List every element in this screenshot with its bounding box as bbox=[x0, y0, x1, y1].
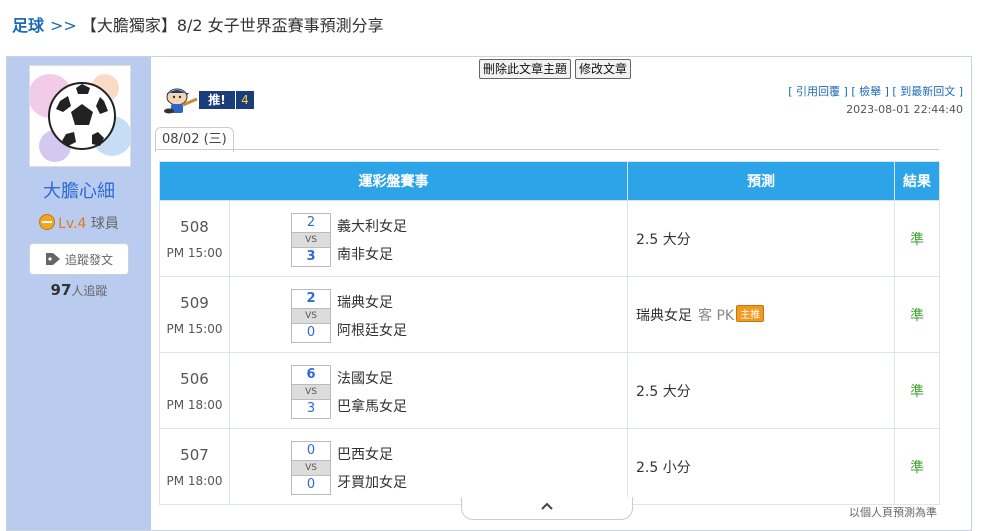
away-team: 巴拿馬女足 bbox=[337, 399, 407, 415]
post-timestamp: 2023-08-01 22:44:40 bbox=[846, 103, 963, 116]
post-content: 刪除此文章主題 修改文章 推! 4 [ 引用回覆 ] [ 檢舉 ] [ 到最新回… bbox=[151, 57, 971, 530]
match-id-cell: 509 PM 15:00 bbox=[159, 276, 230, 353]
match-cell: 2 VS 3 義大利女足 南非女足 bbox=[229, 200, 628, 277]
home-team: 法國女足 bbox=[337, 371, 393, 387]
breadcrumb-separator: >> bbox=[50, 16, 77, 35]
match-cell: 6 VS 3 法國女足 巴拿馬女足 bbox=[229, 352, 628, 429]
follow-label: 追蹤發文 bbox=[64, 252, 113, 267]
header-match: 運彩盤賽事 bbox=[159, 161, 628, 201]
table-row: 507 PM 18:00 0 VS 0 巴西女足 牙買加女足 2.5 小分 準 bbox=[159, 428, 940, 505]
follower-count: 97人追蹤 bbox=[7, 281, 151, 299]
prediction-text: 瑞典女足 bbox=[636, 307, 692, 324]
match-time: PM 15:00 bbox=[166, 321, 223, 336]
result-cell: 準 bbox=[894, 276, 940, 353]
push-count: 4 bbox=[235, 91, 254, 109]
match-id: 509 bbox=[180, 293, 209, 312]
table-row: 509 PM 15:00 2 VS 0 瑞典女足 阿根廷女足 瑞典女足客 PK 主推 準 bbox=[159, 276, 940, 353]
push-widget[interactable]: 推! 4 bbox=[159, 83, 254, 115]
breadcrumb: 足球 >> 【大膽獨家】8/2 女子世界盃賽事預測分享 bbox=[12, 12, 384, 36]
away-team: 南非女足 bbox=[337, 247, 393, 263]
home-team: 瑞典女足 bbox=[337, 295, 393, 311]
match-id-cell: 506 PM 18:00 bbox=[159, 352, 230, 429]
home-score: 0 bbox=[306, 443, 316, 458]
match-time: PM 15:00 bbox=[166, 245, 223, 260]
away-score: 3 bbox=[306, 249, 316, 264]
away-score: 3 bbox=[306, 401, 316, 416]
tag-icon bbox=[45, 253, 60, 265]
result-cell: 準 bbox=[894, 352, 940, 429]
report-link[interactable]: 檢舉 bbox=[859, 85, 881, 98]
prediction-text: 2.5 小分 bbox=[636, 459, 691, 476]
edit-post-button[interactable]: 修改文章 bbox=[575, 59, 632, 79]
main-pick-badge: 主推 bbox=[736, 304, 765, 322]
header-prediction: 預測 bbox=[627, 161, 895, 201]
table-header-row: 運彩盤賽事 預測 結果 bbox=[159, 161, 940, 201]
post-panel: 大膽心細 Lv.4 球員 追蹤發文 97人追蹤 刪除此文章主題 修改文章 推! … bbox=[6, 56, 972, 531]
result-cell: 準 bbox=[894, 428, 940, 505]
away-team: 阿根廷女足 bbox=[337, 323, 407, 339]
collapse-button[interactable] bbox=[461, 497, 633, 520]
score-box: 2 VS 3 bbox=[291, 213, 331, 267]
match-id: 508 bbox=[180, 217, 209, 236]
match-id: 507 bbox=[180, 445, 209, 464]
vs-label: VS bbox=[292, 460, 330, 476]
prediction-table: 運彩盤賽事 預測 結果 508 PM 15:00 2 VS 3 義大利女足 南非女足 … bbox=[159, 161, 940, 505]
prediction-handicap: 客 PK bbox=[698, 307, 735, 324]
tab-divider bbox=[155, 149, 939, 150]
post-links: [ 引用回覆 ] [ 檢舉 ] [ 到最新回文 ] bbox=[788, 85, 963, 98]
prediction-cell: 2.5 大分 bbox=[627, 200, 895, 277]
vs-label: VS bbox=[292, 308, 330, 324]
breadcrumb-category-link[interactable]: 足球 bbox=[12, 16, 44, 35]
prediction-text: 2.5 大分 bbox=[636, 383, 691, 400]
away-team: 牙買加女足 bbox=[337, 475, 407, 491]
result-cell: 準 bbox=[894, 200, 940, 277]
quote-reply-link[interactable]: 引用回覆 bbox=[796, 85, 840, 98]
vs-label: VS bbox=[292, 232, 330, 248]
away-score: 0 bbox=[306, 325, 316, 340]
score-box: 0 VS 0 bbox=[291, 441, 331, 495]
home-team: 義大利女足 bbox=[337, 219, 407, 235]
home-score: 6 bbox=[306, 367, 316, 382]
mascot-icon bbox=[164, 88, 198, 114]
author-name[interactable]: 大膽心細 bbox=[7, 177, 151, 203]
header-result: 結果 bbox=[894, 161, 940, 201]
level-rank: 球員 bbox=[90, 216, 119, 232]
author-level: Lv.4 球員 bbox=[7, 213, 151, 233]
table-row: 506 PM 18:00 6 VS 3 法國女足 巴拿馬女足 2.5 大分 準 bbox=[159, 352, 940, 429]
match-time: PM 18:00 bbox=[166, 397, 223, 412]
match-cell: 0 VS 0 巴西女足 牙買加女足 bbox=[229, 428, 628, 505]
vs-label: VS bbox=[292, 384, 330, 400]
chevron-up-icon bbox=[541, 502, 553, 510]
follower-suffix: 人追蹤 bbox=[71, 284, 108, 298]
table-row: 508 PM 15:00 2 VS 3 義大利女足 南非女足 2.5 大分 準 bbox=[159, 200, 940, 277]
match-id: 506 bbox=[180, 369, 209, 388]
match-id-cell: 507 PM 18:00 bbox=[159, 428, 230, 505]
push-label[interactable]: 推! bbox=[199, 91, 235, 109]
latest-reply-link[interactable]: 到最新回文 bbox=[900, 85, 955, 98]
post-toolbar: 刪除此文章主題 修改文章 bbox=[479, 59, 632, 79]
author-sidebar: 大膽心細 Lv.4 球員 追蹤發文 97人追蹤 bbox=[7, 57, 151, 530]
follower-number: 97 bbox=[50, 281, 72, 299]
level-value: Lv.4 bbox=[58, 216, 87, 232]
prediction-cell: 2.5 大分 bbox=[627, 352, 895, 429]
avatar[interactable] bbox=[29, 65, 131, 167]
home-score: 2 bbox=[306, 215, 316, 230]
match-cell: 2 VS 0 瑞典女足 阿根廷女足 bbox=[229, 276, 628, 353]
away-score: 0 bbox=[306, 477, 316, 492]
follow-button[interactable]: 追蹤發文 bbox=[29, 243, 129, 275]
match-id-cell: 508 PM 15:00 bbox=[159, 200, 230, 277]
home-score: 2 bbox=[306, 291, 316, 306]
prediction-cell: 瑞典女足客 PK 主推 bbox=[627, 276, 895, 353]
soccer-ball-icon bbox=[30, 74, 130, 162]
footer-note: 以個人頁預測為準 bbox=[849, 506, 937, 519]
score-box: 6 VS 3 bbox=[291, 365, 331, 419]
prediction-text: 2.5 大分 bbox=[636, 231, 691, 248]
level-icon bbox=[39, 214, 56, 230]
prediction-cell: 2.5 小分 bbox=[627, 428, 895, 505]
page-title: 【大膽獨家】8/2 女子世界盃賽事預測分享 bbox=[80, 16, 384, 35]
delete-topic-button[interactable]: 刪除此文章主題 bbox=[479, 59, 572, 79]
score-box: 2 VS 0 bbox=[291, 289, 331, 343]
home-team: 巴西女足 bbox=[337, 447, 393, 463]
match-time: PM 18:00 bbox=[166, 473, 223, 488]
